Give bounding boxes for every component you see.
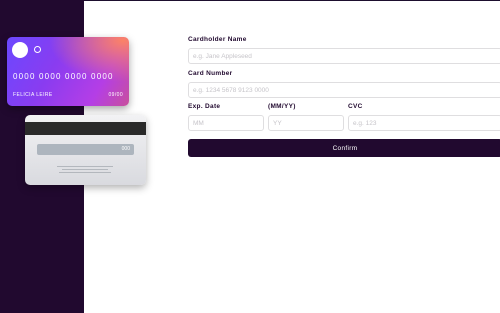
card-holder-display: FELICIA LEIRE xyxy=(13,92,53,98)
card-cvc-display: 000 xyxy=(121,146,130,152)
card-number-display: 0000 0000 0000 0000 xyxy=(13,72,114,81)
card-back: 000 xyxy=(25,115,146,185)
card-front: 0000 0000 0000 0000 FELICIA LEIRE 09/00 xyxy=(7,37,129,106)
cvc-input[interactable] xyxy=(348,115,500,131)
exp-year-input[interactable] xyxy=(268,115,344,131)
cvc-label: CVC xyxy=(348,103,363,110)
magnetic-stripe xyxy=(25,122,146,135)
card-number-input[interactable] xyxy=(188,82,500,98)
confirm-button[interactable]: Confirm xyxy=(188,139,500,157)
card-logo-ring-icon xyxy=(34,46,41,53)
card-fineprint-line xyxy=(59,172,111,173)
exp-date-label: Exp. Date xyxy=(188,103,221,110)
card-fineprint-line xyxy=(62,169,108,170)
exp-month-input[interactable] xyxy=(188,115,264,131)
cardholder-name-input[interactable] xyxy=(188,48,500,64)
card-logo-circle-icon xyxy=(12,42,28,58)
page: 0000 0000 0000 0000 FELICIA LEIRE 09/00 … xyxy=(0,0,500,313)
card-fineprint-line xyxy=(57,166,113,167)
card-expiry-display: 09/00 xyxy=(108,92,123,98)
signature-strip xyxy=(37,144,134,155)
cardholder-name-label: Cardholder Name xyxy=(188,36,247,43)
exp-format-label: (MM/YY) xyxy=(268,103,296,110)
card-number-label: Card Number xyxy=(188,70,233,77)
